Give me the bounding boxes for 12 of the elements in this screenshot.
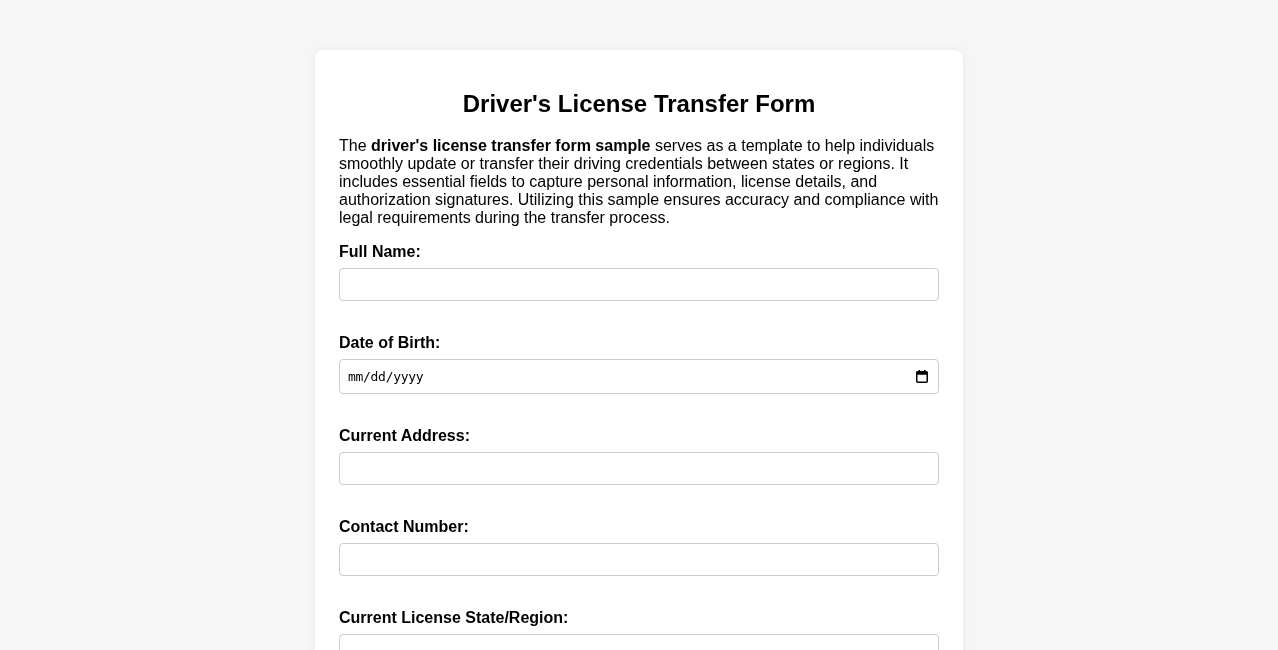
field-label: Full Name: (339, 243, 422, 261)
date-field[interactable]: mm/dd/yyyy (339, 359, 939, 394)
text-field[interactable] (339, 452, 939, 485)
calendar-icon[interactable] (916, 370, 928, 383)
field-label: Current License State/Region: (339, 609, 570, 627)
field-label: Contact Number: (339, 518, 470, 536)
intro-paragraph: The driver's license transfer form sample serves as a template to help individuals smoothly update or transfer their driving credentials between states or regions. It includes essential fields to capture personal information, license details, and authorization signatures. Utilizing this sample ensures accuracy and compliance with legal requirements during the transfer process. (339, 137, 939, 227)
text-field[interactable] (339, 543, 939, 576)
field-label: Date of Birth: (339, 334, 442, 352)
form-title: Driver's License Transfer Form (461, 90, 817, 118)
field-label: Current Address: (339, 427, 471, 445)
text-field[interactable] (339, 268, 939, 301)
